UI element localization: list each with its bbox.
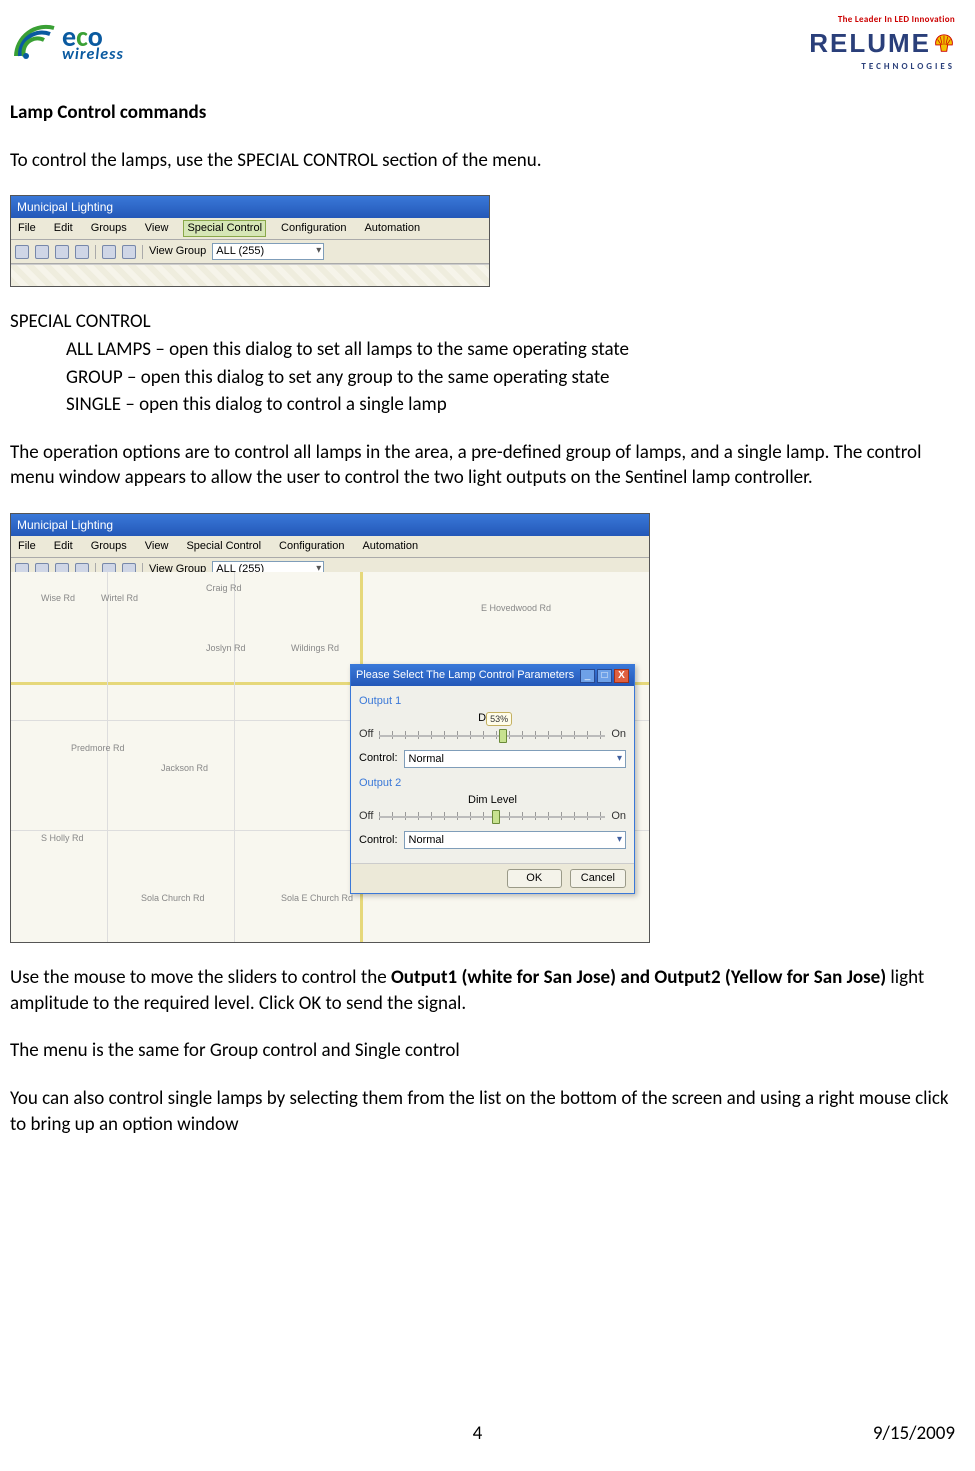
slider-off-label: Off bbox=[359, 727, 373, 742]
special-control-group: GROUP – open this dialog to set any grou… bbox=[66, 365, 955, 391]
menu-bar: File Edit Groups View Special Control Co… bbox=[11, 536, 649, 558]
slider-thumb-icon[interactable] bbox=[492, 810, 500, 824]
page-date: 9/15/2009 bbox=[873, 1421, 955, 1447]
output1-label: Output 1 bbox=[359, 694, 626, 709]
paragraph-sliders: Use the mouse to move the sliders to con… bbox=[10, 965, 955, 1016]
road-label: Joslyn Rd bbox=[206, 642, 246, 654]
relume-tagline: The Leader In LED Innovation bbox=[809, 14, 955, 26]
page-number: 4 bbox=[0, 1421, 955, 1447]
special-control-single: SINGLE – open this dialog to control a s… bbox=[66, 392, 955, 418]
eco-wireless-logo: eco wireless bbox=[10, 14, 170, 74]
road-label: Craig Rd bbox=[206, 582, 242, 594]
viewgroup-select[interactable]: ALL (255) bbox=[212, 243, 324, 260]
output-emphasis: Output1 (white for San Jose) and Output2… bbox=[391, 966, 886, 989]
toolbar: View Group ALL (255) bbox=[11, 240, 489, 264]
maximize-icon[interactable]: □ bbox=[597, 669, 612, 683]
output1-control-select[interactable]: Normal bbox=[404, 750, 626, 768]
close-icon[interactable]: X bbox=[614, 669, 629, 683]
road-label: Sola Church Rd bbox=[141, 892, 205, 904]
slider-value-bubble: 53% bbox=[486, 712, 512, 726]
road-label: E Hovedwood Rd bbox=[481, 602, 551, 614]
paragraph-operation: The operation options are to control all… bbox=[10, 440, 955, 491]
window-title: Municipal Lighting bbox=[11, 196, 489, 218]
toolbar-icon[interactable] bbox=[122, 245, 136, 259]
map-strip bbox=[11, 264, 489, 287]
menu-special-control[interactable]: Special Control bbox=[183, 538, 264, 555]
slider-off-label: Off bbox=[359, 809, 373, 824]
toolbar-icon[interactable] bbox=[15, 245, 29, 259]
menu-view[interactable]: View bbox=[142, 538, 172, 555]
window-title: Municipal Lighting bbox=[11, 514, 649, 536]
menu-bar: File Edit Groups View Special Control Co… bbox=[11, 218, 489, 240]
ok-button[interactable]: OK bbox=[507, 869, 562, 888]
relume-logo: The Leader In LED Innovation RELUME TECH… bbox=[809, 14, 955, 73]
shell-icon bbox=[933, 33, 955, 55]
output2-control-select[interactable]: Normal bbox=[404, 831, 626, 849]
toolbar-separator bbox=[95, 245, 96, 259]
toolbar-separator bbox=[142, 245, 143, 259]
output1-slider[interactable]: 53% bbox=[379, 726, 605, 744]
eco-subword: wireless bbox=[62, 44, 124, 66]
special-control-all: ALL LAMPS – open this dialog to set all … bbox=[66, 337, 955, 363]
road-label: Wise Rd bbox=[41, 592, 75, 604]
menu-file[interactable]: File bbox=[15, 538, 39, 555]
output2-label: Output 2 bbox=[359, 776, 626, 791]
signal-arc-icon bbox=[10, 14, 60, 64]
road-label: Predmore Rd bbox=[71, 742, 125, 754]
road-label: Sola E Church Rd bbox=[281, 892, 353, 904]
menu-groups[interactable]: Groups bbox=[88, 538, 130, 555]
menu-automation[interactable]: Automation bbox=[361, 220, 423, 237]
road-label: Wildings Rd bbox=[291, 642, 339, 654]
paragraph-same-menu: The menu is the same for Group control a… bbox=[10, 1038, 955, 1064]
paragraph-rightclick: You can also control single lamps by sel… bbox=[10, 1086, 955, 1137]
menu-edit[interactable]: Edit bbox=[51, 538, 76, 555]
road-label: Wirtel Rd bbox=[101, 592, 138, 604]
toolbar-icon[interactable] bbox=[102, 245, 116, 259]
menu-special-control[interactable]: Special Control bbox=[183, 220, 266, 237]
menu-configuration[interactable]: Configuration bbox=[278, 220, 349, 237]
minimize-icon[interactable]: _ bbox=[580, 669, 595, 683]
toolbar-icon[interactable] bbox=[35, 245, 49, 259]
road-label: Jackson Rd bbox=[161, 762, 208, 774]
menu-view[interactable]: View bbox=[142, 220, 172, 237]
slider-on-label: On bbox=[611, 809, 626, 824]
lamp-control-dialog: Please Select The Lamp Control Parameter… bbox=[350, 664, 635, 894]
special-control-header: SPECIAL CONTROL bbox=[10, 309, 955, 335]
slider-on-label: On bbox=[611, 727, 626, 742]
screenshot-menubar: Municipal Lighting File Edit Groups View… bbox=[10, 195, 490, 287]
relume-sub: TECHNOLOGIES bbox=[809, 61, 955, 73]
screenshot-dialog: Municipal Lighting File Edit Groups View… bbox=[10, 513, 650, 943]
viewgroup-label: View Group bbox=[149, 244, 206, 259]
toolbar-icon[interactable] bbox=[55, 245, 69, 259]
paragraph-intro: To control the lamps, use the SPECIAL CO… bbox=[10, 148, 955, 174]
dim-level-label-2: Dim Level bbox=[359, 793, 626, 808]
menu-edit[interactable]: Edit bbox=[51, 220, 76, 237]
dialog-title: Please Select The Lamp Control Parameter… bbox=[356, 668, 574, 683]
menu-automation[interactable]: Automation bbox=[359, 538, 421, 555]
section-heading: Lamp Control commands bbox=[10, 100, 955, 126]
menu-groups[interactable]: Groups bbox=[88, 220, 130, 237]
control-label: Control: bbox=[359, 751, 398, 766]
cancel-button[interactable]: Cancel bbox=[570, 869, 626, 888]
menu-file[interactable]: File bbox=[15, 220, 39, 237]
toolbar-icon[interactable] bbox=[75, 245, 89, 259]
slider-thumb-icon[interactable] bbox=[499, 729, 507, 743]
output2-slider[interactable] bbox=[379, 807, 605, 825]
relume-word: RELUME bbox=[809, 26, 931, 61]
menu-configuration[interactable]: Configuration bbox=[276, 538, 347, 555]
road-label: S Holly Rd bbox=[41, 832, 84, 844]
control-label: Control: bbox=[359, 833, 398, 848]
